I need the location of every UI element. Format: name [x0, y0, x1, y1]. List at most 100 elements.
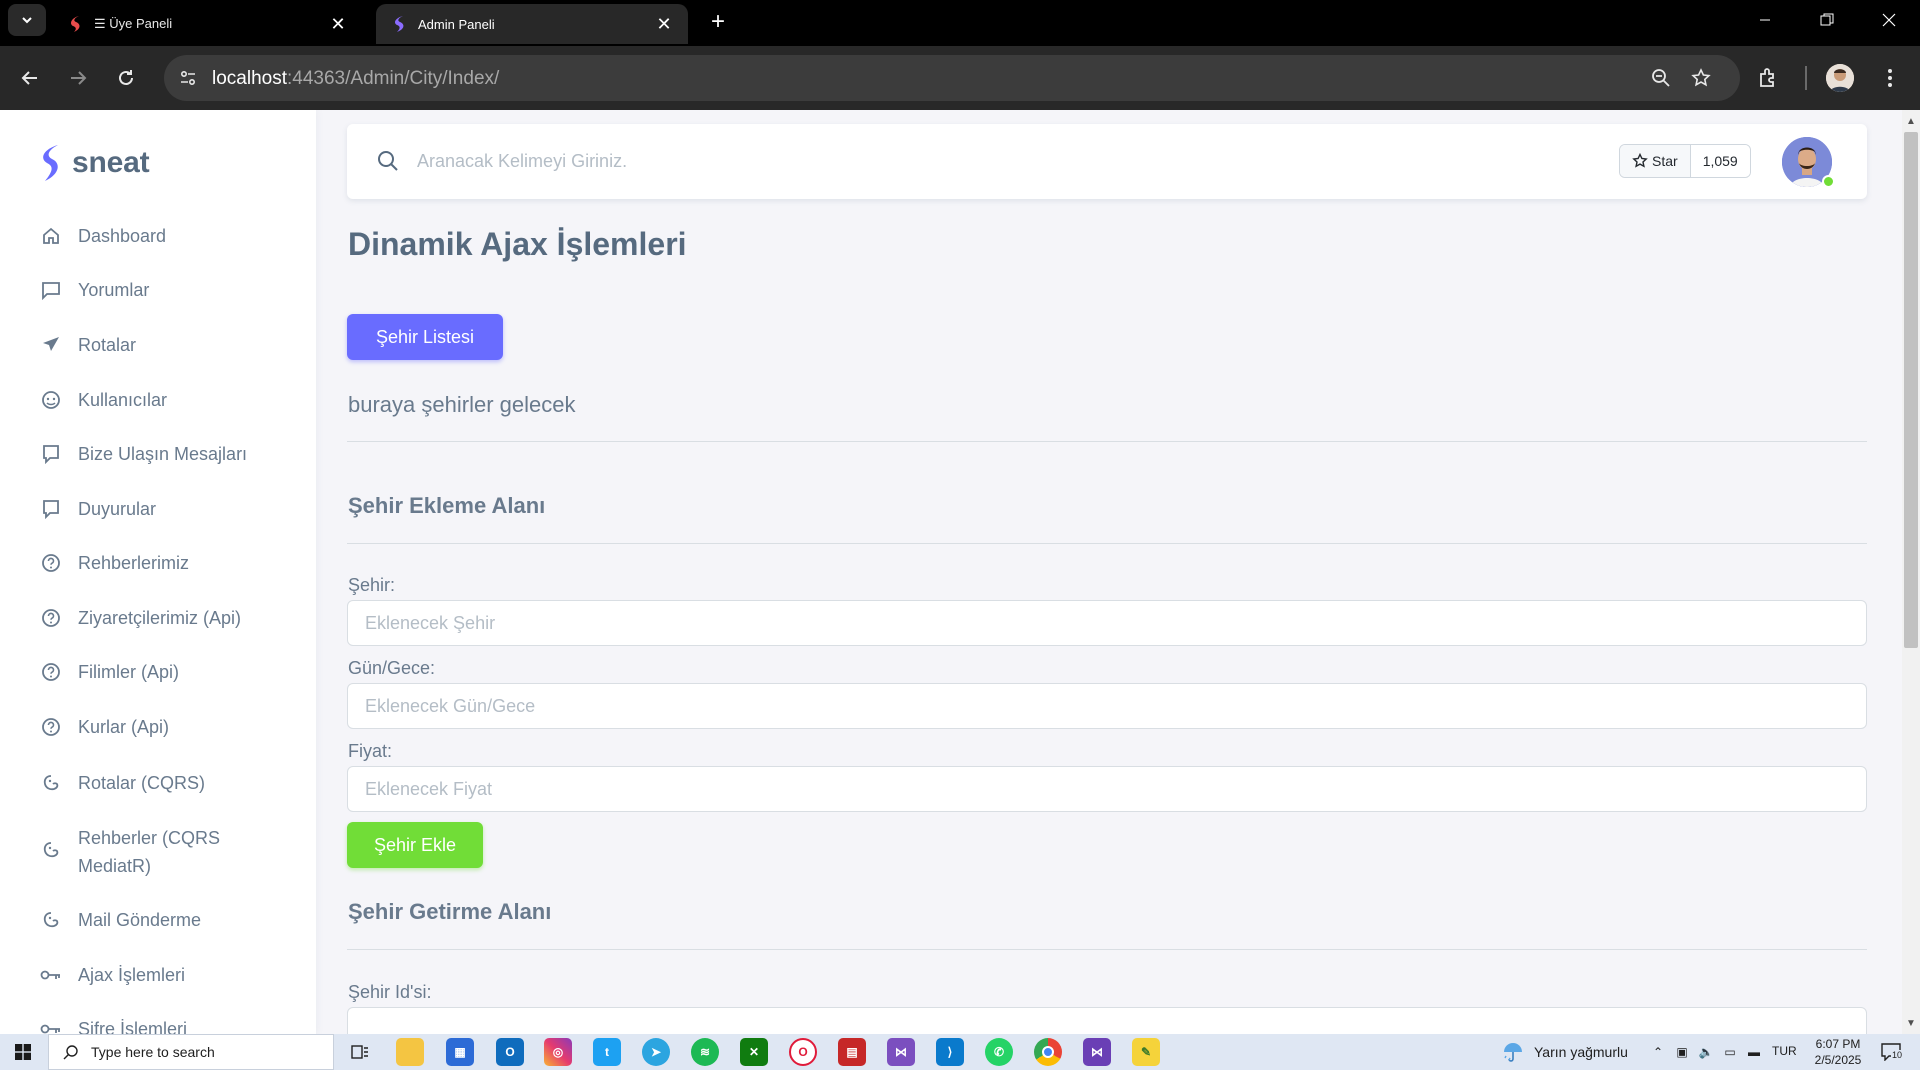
sidebar-item-rehberler-cqrs[interactable]: Rehberler (CQRS MediatR): [40, 824, 310, 880]
url-text[interactable]: localhost:44363/Admin/City/Index/: [212, 68, 499, 90]
github-star-button[interactable]: Star: [1620, 145, 1691, 177]
chrome-icon[interactable]: [1034, 1038, 1062, 1066]
tab-admin-paneli[interactable]: Admin Paneli ✕: [376, 4, 688, 44]
sticky-app-icon[interactable]: ✎: [1132, 1038, 1160, 1066]
divider: [347, 441, 1867, 442]
sidebar-item-bize-ulasin[interactable]: Bize Ulaşın Mesajları: [40, 440, 310, 468]
page-title: Dinamik Ajax İşlemleri: [348, 226, 687, 262]
sidebar-item-ziyaretcilerimiz[interactable]: Ziyaretçilerimiz (Api): [40, 604, 310, 632]
mailchimp-icon: [40, 836, 62, 864]
sidebar-item-rehberlerimiz[interactable]: Rehberlerimiz: [40, 549, 310, 577]
get-city-section-title: Şehir Getirme Alanı: [348, 899, 552, 924]
sidebar-item-duyurular[interactable]: Duyurular: [40, 495, 310, 523]
language-indicator[interactable]: TUR: [1772, 1044, 1797, 1058]
github-star-count[interactable]: 1,059: [1690, 145, 1750, 177]
url-path: :44363/Admin/City/Index/: [287, 68, 500, 89]
sidebar-item-kurlar[interactable]: Kurlar (Api): [40, 713, 310, 741]
sidebar-item-label: Ajax İşlemleri: [78, 965, 186, 985]
notification-center-icon[interactable]: 10: [1880, 1042, 1904, 1062]
brand-name: sneat: [72, 146, 150, 179]
more-menu-icon[interactable]: [1876, 64, 1904, 92]
taskbar-clock[interactable]: 6:07 PM 2/5/2025: [1808, 1036, 1868, 1068]
bookmark-star-icon[interactable]: [1688, 65, 1714, 91]
sidebar-item-rotalar-cqrs[interactable]: Rotalar (CQRS): [40, 769, 310, 797]
mailchimp-icon: [40, 769, 62, 797]
whatsapp-icon[interactable]: ✆: [985, 1038, 1013, 1066]
page-scrollbar[interactable]: ▲ ▼: [1902, 110, 1920, 1034]
weather-widget[interactable]: Yarın yağmurlu: [1502, 1034, 1628, 1070]
display-icon[interactable]: ▬: [1744, 1042, 1764, 1062]
reload-icon[interactable]: [108, 60, 144, 96]
scroll-up-arrow-icon[interactable]: ▲: [1902, 112, 1920, 130]
add-city-button[interactable]: Şehir Ekle: [347, 822, 483, 868]
sidebar-item-ajax-islemleri[interactable]: Ajax İşlemleri: [40, 961, 310, 989]
city-list-button[interactable]: Şehir Listesi: [347, 314, 503, 360]
sidebar-item-filimler[interactable]: Filimler (Api): [40, 658, 310, 686]
task-view-icon[interactable]: [346, 1038, 374, 1066]
city-id-label: Şehir Id'si:: [348, 982, 432, 1002]
app-logo-icon: [66, 15, 84, 33]
message-icon: [40, 440, 62, 468]
address-bar[interactable]: localhost:44363/Admin/City/Index/: [164, 55, 1740, 101]
windows-taskbar: Type here to search ▦ O ◎ t ➤ ≋ ✕ O ▤ ⋈ …: [0, 1034, 1920, 1070]
battery-icon[interactable]: ▭: [1720, 1042, 1740, 1062]
window-close-icon[interactable]: [1858, 0, 1920, 40]
key-icon: [40, 961, 62, 989]
tab-title: Admin Paneli: [418, 16, 495, 32]
sidebar-item-dashboard[interactable]: Dashboard: [40, 222, 310, 250]
sidebar-item-mail-gonderme[interactable]: Mail Gönderme: [40, 906, 310, 934]
close-icon[interactable]: ✕: [328, 14, 348, 34]
extensions-puzzle-icon[interactable]: [1753, 63, 1783, 93]
microsoft-store-icon[interactable]: ▦: [446, 1038, 474, 1066]
chevron-up-icon[interactable]: ⌃: [1648, 1042, 1668, 1062]
zoom-out-icon[interactable]: [1648, 65, 1674, 91]
taskbar-search-placeholder: Type here to search: [91, 1044, 215, 1060]
url-host: localhost: [212, 68, 287, 89]
forward-arrow-icon[interactable]: [60, 60, 96, 96]
minimize-icon[interactable]: [1734, 0, 1796, 40]
taskbar-search-box[interactable]: Type here to search: [48, 1034, 334, 1070]
weather-text: Yarın yağmurlu: [1534, 1044, 1628, 1060]
city-name-label: Şehir:: [348, 575, 396, 595]
sidebar-item-yorumlar[interactable]: Yorumlar: [40, 276, 310, 304]
day-night-input[interactable]: [347, 683, 1867, 729]
spotify-icon[interactable]: ≋: [691, 1038, 719, 1066]
xbox-icon[interactable]: ✕: [740, 1038, 768, 1066]
city-id-input[interactable]: [347, 1007, 1867, 1034]
windows-start-icon[interactable]: [0, 1034, 46, 1070]
site-info-icon[interactable]: [172, 62, 204, 94]
tab-uye-paneli[interactable]: ☰ Üye Paneli ✕: [52, 4, 362, 44]
clock-date: 2/5/2025: [1814, 1053, 1862, 1067]
instagram-icon[interactable]: ◎: [544, 1038, 572, 1066]
clock-time: 6:07 PM: [1815, 1037, 1861, 1051]
image-viewer-icon[interactable]: ▤: [838, 1038, 866, 1066]
help-circle-icon: [40, 549, 62, 577]
new-tab-button[interactable]: +: [704, 8, 732, 36]
brand-logo[interactable]: sneat: [38, 144, 150, 182]
visual-studio-icon[interactable]: ⋈: [887, 1038, 915, 1066]
vscode-icon[interactable]: ⟩: [936, 1038, 964, 1066]
scrollbar-thumb[interactable]: [1904, 132, 1918, 648]
city-name-input[interactable]: [347, 600, 1867, 646]
back-arrow-icon[interactable]: [12, 60, 48, 96]
outlook-icon[interactable]: O: [496, 1038, 524, 1066]
telegram-icon[interactable]: ➤: [642, 1038, 670, 1066]
scroll-down-arrow-icon[interactable]: ▼: [1902, 1014, 1920, 1032]
file-explorer-icon[interactable]: [396, 1038, 424, 1066]
opera-icon[interactable]: O: [789, 1038, 817, 1066]
search-input[interactable]: [417, 142, 1117, 180]
sidebar-item-sifre-islemleri[interactable]: Şifre İşlemleri: [40, 1015, 310, 1034]
sidebar-item-rotalar[interactable]: Rotalar: [40, 331, 310, 359]
profile-avatar[interactable]: [1826, 64, 1854, 92]
price-input[interactable]: [347, 766, 1867, 812]
network-icon[interactable]: ▣: [1672, 1042, 1692, 1062]
home-icon: [40, 222, 62, 250]
visual-studio-2-icon[interactable]: ⋈: [1083, 1038, 1111, 1066]
restore-icon[interactable]: [1796, 0, 1858, 40]
twitter-icon[interactable]: t: [593, 1038, 621, 1066]
search-icon: [375, 148, 401, 174]
volume-icon[interactable]: 🔈: [1696, 1042, 1716, 1062]
sidebar-item-kullanicilar[interactable]: Kullanıcılar: [40, 386, 310, 414]
tab-search-button[interactable]: [8, 4, 46, 36]
close-icon[interactable]: ✕: [654, 14, 674, 34]
